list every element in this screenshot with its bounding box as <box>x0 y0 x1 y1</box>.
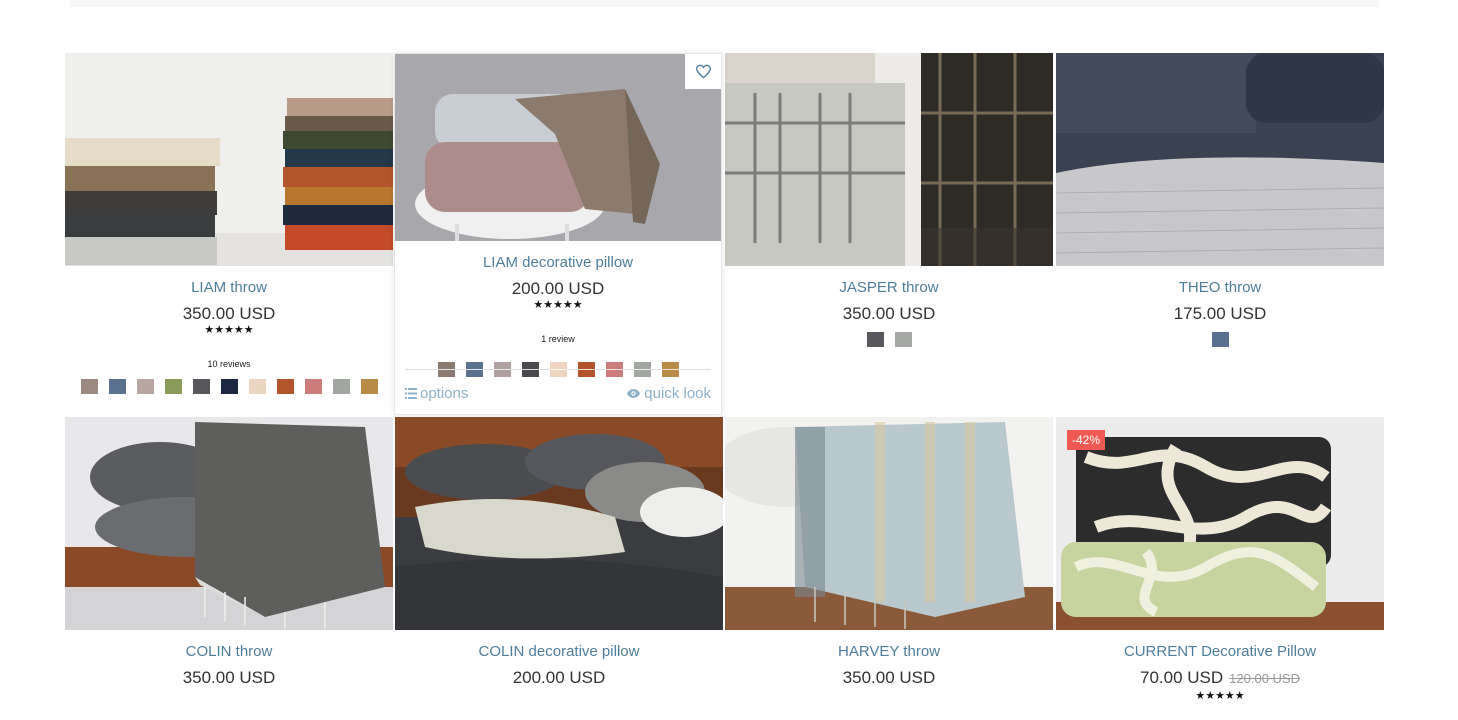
price: 200.00 USD <box>511 279 605 298</box>
product-image[interactable] <box>725 417 1053 630</box>
color-swatch[interactable] <box>192 379 210 394</box>
rating-stars: ★★★★★ <box>1195 690 1245 702</box>
list-icon <box>405 388 417 399</box>
color-swatch[interactable] <box>220 379 238 394</box>
color-swatch[interactable] <box>605 362 623 377</box>
product-image[interactable] <box>395 54 721 241</box>
price-row: 175.00 USD <box>1056 304 1384 324</box>
color-swatch[interactable] <box>1211 332 1229 347</box>
price: 70.00 USD <box>1140 668 1224 687</box>
heart-icon <box>695 64 711 79</box>
color-swatch[interactable] <box>661 362 679 377</box>
price: 350.00 USD <box>182 668 276 687</box>
color-swatch[interactable] <box>437 362 455 377</box>
product-image[interactable] <box>65 417 393 630</box>
price-row: 200.00 USD <box>395 279 721 299</box>
color-swatch[interactable] <box>164 379 182 394</box>
rating-stars: ★★★★★ <box>204 324 254 336</box>
quick-look-label: quick look <box>644 385 711 402</box>
options-link[interactable]: options <box>405 385 468 402</box>
product-image[interactable] <box>395 417 723 630</box>
product-title[interactable]: LIAM decorative pillow <box>395 254 721 271</box>
product-image[interactable] <box>1056 53 1384 266</box>
product-image[interactable] <box>65 53 393 266</box>
wishlist-button[interactable] <box>685 54 721 89</box>
color-swatch[interactable] <box>360 379 378 394</box>
color-swatch[interactable] <box>304 379 322 394</box>
product-card-theo-throw[interactable]: THEO throw 175.00 USD <box>1056 53 1384 347</box>
price-row: 70.00 USD 120.00 USD <box>1056 668 1384 688</box>
color-swatches <box>725 332 1053 347</box>
price: 350.00 USD <box>842 668 936 687</box>
product-title[interactable]: COLIN decorative pillow <box>395 643 723 660</box>
color-swatch[interactable] <box>465 362 483 377</box>
eye-icon <box>627 389 641 398</box>
price-row: 200.00 USD <box>395 668 723 688</box>
product-card-colin-pillow[interactable]: COLIN decorative pillow 200.00 USD <box>395 417 723 688</box>
product-title[interactable]: LIAM throw <box>65 279 393 296</box>
price-row: 350.00 USD <box>65 668 393 688</box>
color-swatches <box>1056 332 1384 347</box>
product-card-liam-throw[interactable]: LIAM throw 350.00 USD ★★★★★ 10 reviews <box>65 53 393 394</box>
product-title[interactable]: THEO throw <box>1056 279 1384 296</box>
color-swatch[interactable] <box>493 362 511 377</box>
product-card-colin-throw[interactable]: COLIN throw 350.00 USD <box>65 417 393 688</box>
price-row: 350.00 USD <box>725 304 1053 324</box>
color-swatches <box>395 362 721 377</box>
price: 200.00 USD <box>512 668 606 687</box>
card-actions: options quick look <box>395 385 721 402</box>
product-title[interactable]: COLIN throw <box>65 643 393 660</box>
color-swatch[interactable] <box>248 379 266 394</box>
color-swatch[interactable] <box>136 379 154 394</box>
quick-look-link[interactable]: quick look <box>626 385 711 402</box>
review-count[interactable]: 1 review <box>395 334 721 344</box>
top-strip <box>70 0 1379 7</box>
color-swatch[interactable] <box>108 379 126 394</box>
price: 350.00 USD <box>182 304 276 323</box>
color-swatch[interactable] <box>549 362 567 377</box>
product-card-jasper-throw[interactable]: JASPER throw 350.00 USD <box>725 53 1053 347</box>
product-title[interactable]: HARVEY throw <box>725 643 1053 660</box>
options-label: options <box>420 385 469 402</box>
price-row: 350.00 USD <box>65 304 393 324</box>
color-swatch[interactable] <box>276 379 294 394</box>
product-card-liam-pillow[interactable]: LIAM decorative pillow 200.00 USD ★★★★★ … <box>394 53 722 415</box>
product-title[interactable]: JASPER throw <box>725 279 1053 296</box>
review-count[interactable]: 10 reviews <box>65 359 393 369</box>
rating-stars: ★★★★★ <box>533 299 583 311</box>
old-price: 120.00 USD <box>1229 671 1300 686</box>
color-swatch[interactable] <box>521 362 539 377</box>
color-swatches <box>65 379 393 394</box>
color-swatch[interactable] <box>894 332 912 347</box>
price: 350.00 USD <box>842 304 936 323</box>
price-row: 350.00 USD <box>725 668 1053 688</box>
color-swatch[interactable] <box>633 362 651 377</box>
color-swatch[interactable] <box>80 379 98 394</box>
price: 175.00 USD <box>1173 304 1267 323</box>
product-image[interactable] <box>725 53 1053 266</box>
color-swatch[interactable] <box>332 379 350 394</box>
discount-badge: -42% <box>1067 430 1106 450</box>
product-title[interactable]: CURRENT Decorative Pillow <box>1056 643 1384 660</box>
product-card-current-pillow[interactable]: -42% CURRENT Decorative Pillow 70.00 USD… <box>1056 417 1384 702</box>
product-card-harvey-throw[interactable]: HARVEY throw 350.00 USD <box>725 417 1053 688</box>
product-image[interactable]: -42% <box>1056 417 1384 630</box>
color-swatch[interactable] <box>577 362 595 377</box>
color-swatch[interactable] <box>866 332 884 347</box>
